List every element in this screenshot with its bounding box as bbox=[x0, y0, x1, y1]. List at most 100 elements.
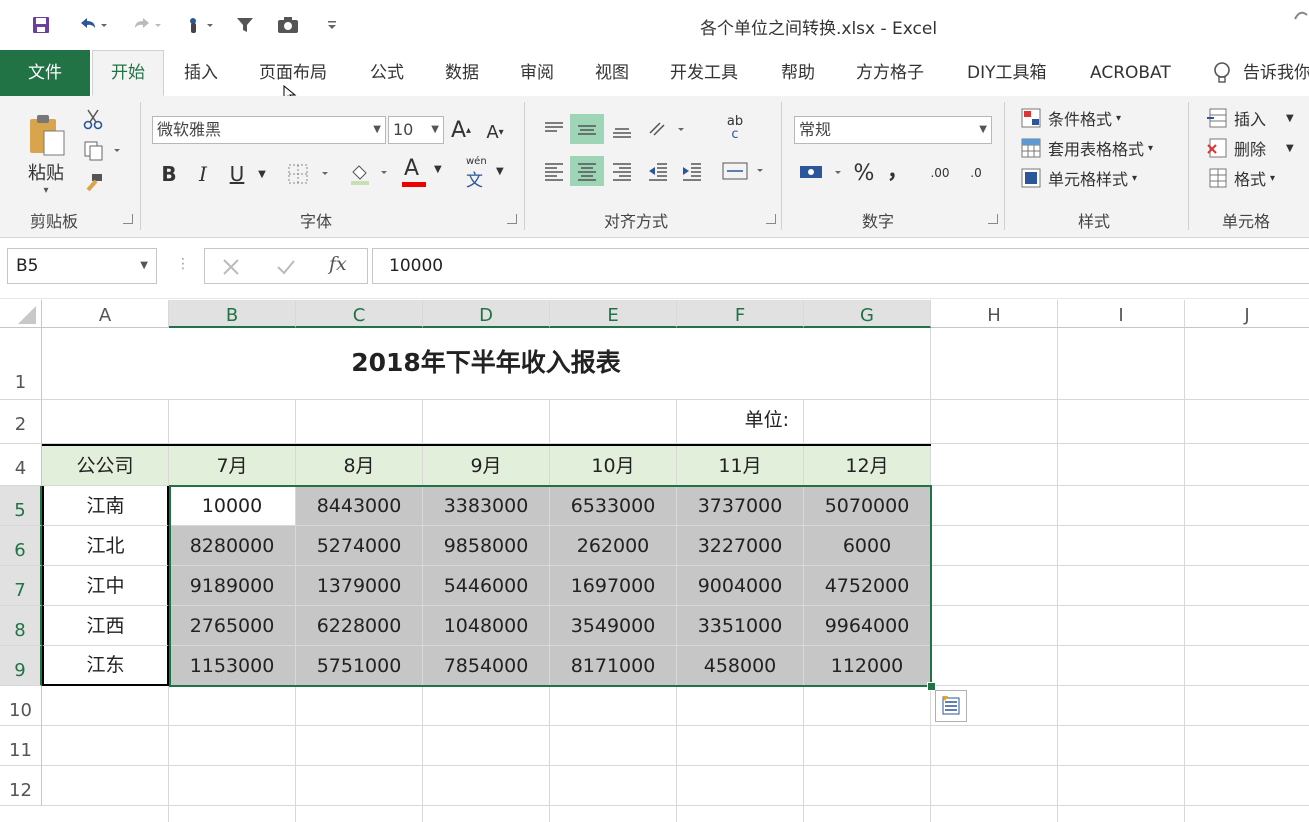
camera-icon[interactable] bbox=[274, 12, 302, 38]
tab-developer[interactable]: 开发工具 bbox=[670, 50, 738, 96]
column-header[interactable]: J bbox=[1185, 300, 1309, 328]
middle-align-icon[interactable] bbox=[570, 114, 604, 144]
formula-bar-handle-icon[interactable]: ⋮ bbox=[176, 256, 190, 272]
tab-data[interactable]: 数据 bbox=[445, 50, 479, 96]
data-cell[interactable]: 1697000 bbox=[550, 566, 677, 606]
data-cell[interactable]: 5070000 bbox=[804, 486, 931, 526]
undo-icon[interactable] bbox=[70, 12, 114, 38]
tab-diy-toolbox[interactable]: DIY工具箱 bbox=[967, 50, 1047, 96]
cell[interactable] bbox=[423, 400, 550, 444]
cell[interactable] bbox=[1058, 566, 1185, 606]
comma-button[interactable]: ， bbox=[884, 154, 912, 184]
copy-icon[interactable] bbox=[80, 138, 124, 164]
shrink-font-button[interactable]: A ▾ bbox=[482, 118, 508, 146]
data-cell[interactable]: 9004000 bbox=[677, 566, 804, 606]
cell[interactable] bbox=[42, 400, 169, 444]
italic-button[interactable]: I bbox=[190, 160, 216, 188]
data-cell[interactable]: 1379000 bbox=[296, 566, 423, 606]
cell[interactable] bbox=[1185, 526, 1309, 566]
font-launcher-icon[interactable] bbox=[507, 214, 517, 224]
cell[interactable] bbox=[931, 400, 1058, 444]
formula-input[interactable]: 10000 bbox=[372, 248, 1309, 284]
phonetic-guide-button[interactable]: wén 文 ▼ bbox=[462, 154, 508, 191]
column-header[interactable]: A bbox=[42, 300, 169, 328]
cell[interactable] bbox=[931, 328, 1058, 400]
cut-icon[interactable] bbox=[80, 106, 106, 132]
company-header[interactable]: 公公司 bbox=[42, 446, 169, 486]
cell[interactable] bbox=[1185, 400, 1309, 444]
data-cell[interactable]: 3227000 bbox=[677, 526, 804, 566]
cell[interactable] bbox=[1185, 566, 1309, 606]
company-name[interactable]: 江中 bbox=[42, 566, 169, 606]
data-cell[interactable]: 5751000 bbox=[296, 646, 423, 686]
cell[interactable] bbox=[931, 486, 1058, 526]
decrease-decimal-button[interactable]: .0 bbox=[960, 158, 992, 188]
data-cell[interactable]: 7854000 bbox=[423, 646, 550, 686]
data-cell[interactable]: 6000 bbox=[804, 526, 931, 566]
customize-qat-icon[interactable] bbox=[322, 12, 342, 38]
month-header[interactable]: 9月 bbox=[423, 446, 550, 486]
tab-help[interactable]: 帮助 bbox=[781, 50, 815, 96]
select-all-corner[interactable] bbox=[0, 300, 42, 328]
tab-acrobat[interactable]: ACROBAT bbox=[1090, 50, 1171, 96]
tab-view[interactable]: 视图 bbox=[595, 50, 629, 96]
merge-center-icon[interactable] bbox=[718, 156, 768, 186]
data-cell[interactable]: 8171000 bbox=[550, 646, 677, 686]
tell-me[interactable]: 告诉我你 bbox=[1211, 50, 1309, 96]
align-right-icon[interactable] bbox=[606, 156, 638, 186]
percent-button[interactable]: % bbox=[850, 158, 878, 188]
cell[interactable] bbox=[931, 646, 1058, 686]
increase-indent-icon[interactable] bbox=[676, 156, 708, 186]
format-cells-button[interactable]: 格式 ▾ bbox=[1206, 164, 1275, 192]
conditional-formatting-button[interactable]: 条件格式 ▾ bbox=[1020, 104, 1121, 132]
font-size-combo[interactable]: 10 ▼ bbox=[388, 116, 444, 144]
cell[interactable] bbox=[931, 606, 1058, 646]
cell[interactable] bbox=[1185, 606, 1309, 646]
data-cell[interactable]: 3737000 bbox=[677, 486, 804, 526]
orientation-icon[interactable] bbox=[644, 114, 688, 144]
number-launcher-icon[interactable] bbox=[988, 214, 998, 224]
cell[interactable] bbox=[1058, 486, 1185, 526]
cell[interactable] bbox=[1185, 646, 1309, 686]
unit-label[interactable]: 单位: bbox=[677, 400, 804, 444]
data-cell[interactable]: 8443000 bbox=[296, 486, 423, 526]
month-header[interactable]: 7月 bbox=[169, 446, 296, 486]
accounting-format-icon[interactable] bbox=[796, 158, 846, 188]
format-as-table-button[interactable]: 套用表格格式 ▾ bbox=[1020, 134, 1153, 162]
tab-home[interactable]: 开始 bbox=[92, 50, 164, 96]
column-header[interactable]: E bbox=[550, 300, 677, 328]
row-header[interactable]: 8 bbox=[0, 606, 42, 646]
insert-cells-button[interactable]: 插入 ▼ bbox=[1206, 104, 1294, 132]
number-format-combo[interactable]: 常规 ▼ bbox=[794, 116, 992, 144]
cell[interactable] bbox=[1185, 328, 1309, 400]
month-header[interactable]: 10月 bbox=[550, 446, 677, 486]
month-header[interactable]: 11月 bbox=[677, 446, 804, 486]
paste-button[interactable]: 粘贴 ▾ bbox=[18, 104, 74, 204]
row-header[interactable]: 5 bbox=[0, 486, 42, 526]
column-header[interactable]: F bbox=[677, 300, 804, 328]
row-header[interactable]: 11 bbox=[0, 726, 42, 766]
cell[interactable] bbox=[1185, 486, 1309, 526]
cell[interactable] bbox=[931, 566, 1058, 606]
cell[interactable] bbox=[931, 526, 1058, 566]
cell[interactable] bbox=[804, 400, 931, 444]
cell[interactable] bbox=[1058, 444, 1185, 486]
quick-analysis-button[interactable] bbox=[935, 690, 967, 722]
data-cell[interactable]: 9858000 bbox=[423, 526, 550, 566]
tab-insert[interactable]: 插入 bbox=[184, 50, 218, 96]
decrease-indent-icon[interactable] bbox=[642, 156, 674, 186]
cell[interactable] bbox=[1058, 646, 1185, 686]
fill-color-button[interactable] bbox=[346, 160, 394, 188]
data-cell[interactable]: 3549000 bbox=[550, 606, 677, 646]
font-name-combo[interactable]: 微软雅黑 ▼ bbox=[152, 116, 386, 144]
data-cell[interactable]: 1048000 bbox=[423, 606, 550, 646]
data-cell[interactable]: 9189000 bbox=[169, 566, 296, 606]
underline-button[interactable]: U bbox=[222, 160, 252, 188]
alignment-launcher-icon[interactable] bbox=[766, 214, 776, 224]
worksheet-grid[interactable]: A B C D E F G H I J 1 2 4 5 6 7 8 9 10 1… bbox=[0, 300, 1309, 822]
tab-fangfang[interactable]: 方方格子 bbox=[856, 50, 924, 96]
data-cell[interactable]: 458000 bbox=[677, 646, 804, 686]
row-header[interactable]: 6 bbox=[0, 526, 42, 566]
company-name[interactable]: 江北 bbox=[42, 526, 169, 566]
row-header[interactable]: 10 bbox=[0, 686, 42, 726]
